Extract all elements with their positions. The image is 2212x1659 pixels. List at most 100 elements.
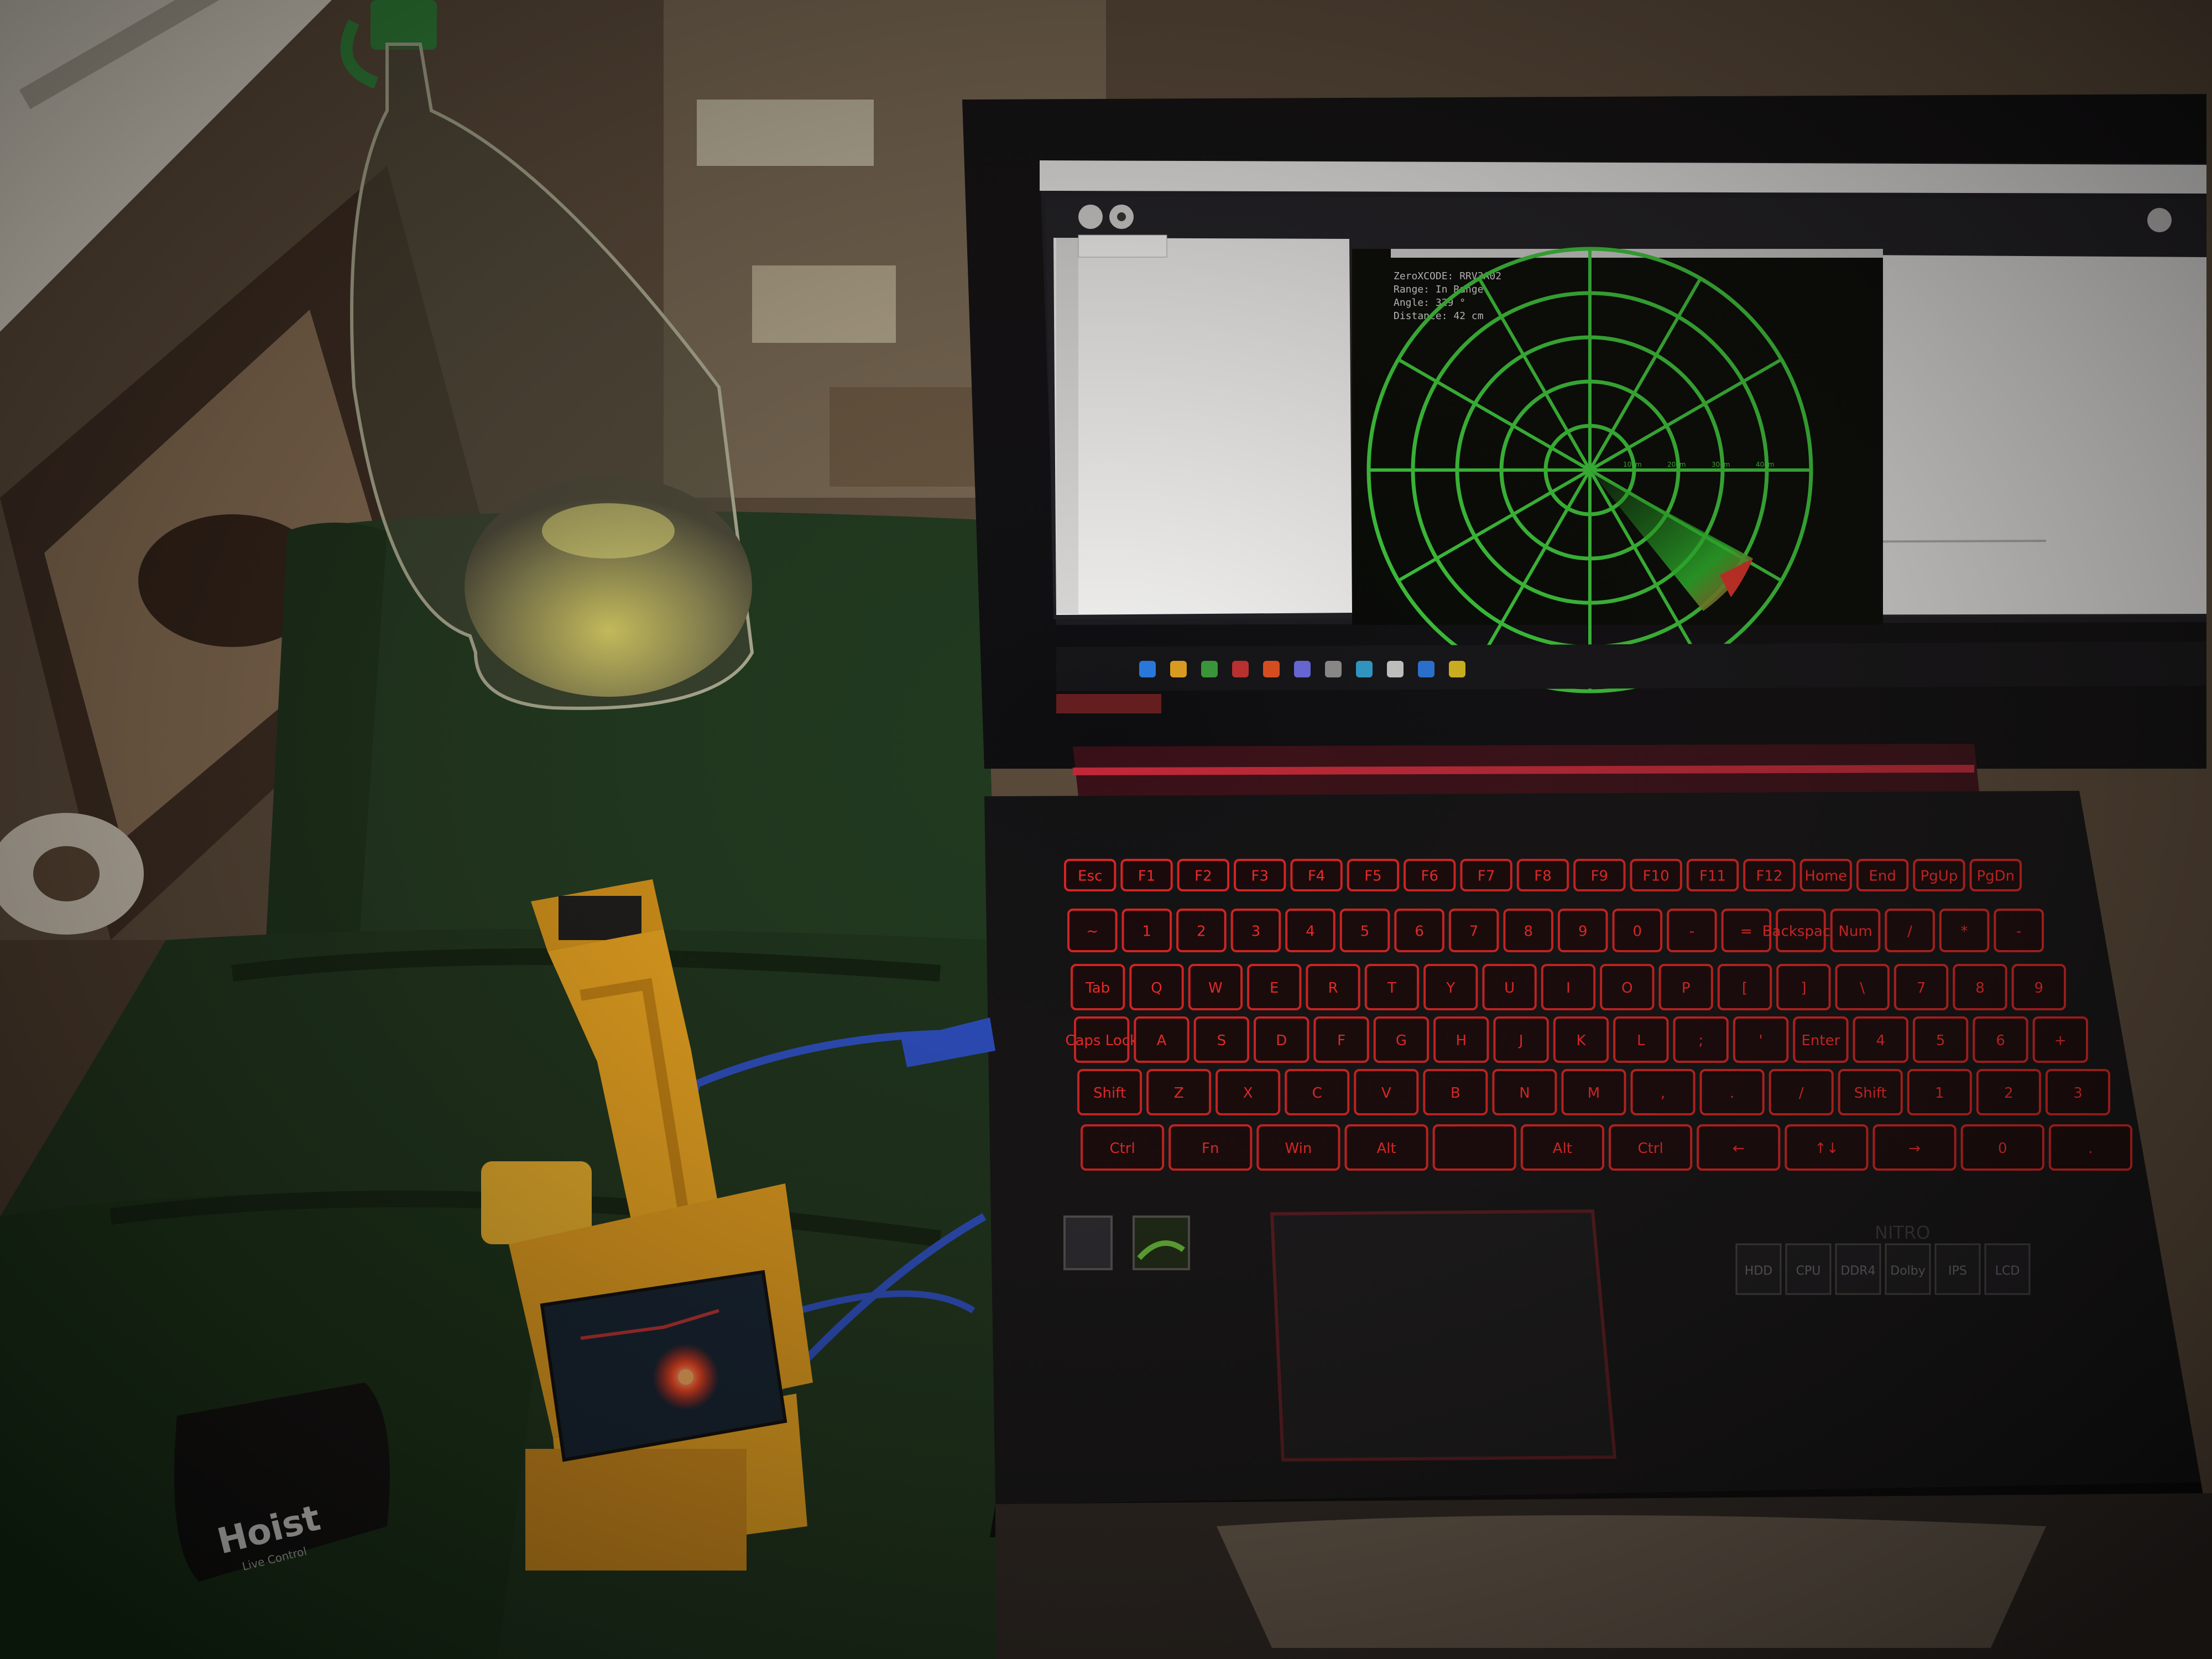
keyboard-key-label: + xyxy=(2054,1032,2067,1049)
taskbar-app-icon[interactable] xyxy=(1449,661,1465,677)
keyboard-key-label: 2 xyxy=(1197,924,1206,940)
keyboard-key-label: 2 xyxy=(2004,1085,2013,1102)
keyboard-key-label: Esc xyxy=(1078,868,1102,885)
taskbar-app-icon[interactable] xyxy=(1263,661,1280,677)
keyboard-key-label: 0 xyxy=(1998,1140,2007,1157)
taskbar-app-icon[interactable] xyxy=(1387,661,1404,677)
keyboard-key-label: * xyxy=(1961,924,1968,940)
keyboard-key-label: A xyxy=(1157,1032,1167,1049)
keyboard-key-label: F6 xyxy=(1421,868,1439,885)
keyboard-key-label: Shift xyxy=(1093,1085,1126,1102)
keyboard-key-label: R xyxy=(1328,980,1338,997)
keyboard-key-label: . xyxy=(2088,1140,2093,1157)
keyboard-key-label: ~ xyxy=(1086,924,1098,940)
keyboard-key-label: ' xyxy=(1759,1032,1762,1049)
range-tick-label: 10cm xyxy=(1623,461,1642,468)
keyboard-key-label: End xyxy=(1869,868,1896,885)
editor-tab[interactable] xyxy=(1078,234,1167,258)
keyboard-key-label: ] xyxy=(1801,980,1806,997)
keyboard-key-label: 6 xyxy=(1415,924,1424,940)
taskbar-app-icon[interactable] xyxy=(1139,661,1156,677)
taskbar-app-icon[interactable] xyxy=(1418,661,1434,677)
keyboard-key-label: J xyxy=(1518,1032,1524,1049)
taskbar xyxy=(1056,641,2206,691)
taskbar-app-icon[interactable] xyxy=(1294,661,1311,677)
keyboard-key-label: Num xyxy=(1838,924,1872,940)
keyboard-key-label: Caps Lock xyxy=(1065,1032,1138,1049)
keyboard-key-label: H xyxy=(1456,1032,1467,1049)
keyboard-key-label: X xyxy=(1243,1085,1253,1102)
range-tick-label: 20cm xyxy=(1667,461,1686,468)
keyboard-key-label: - xyxy=(1689,924,1694,940)
keyboard-key-label: Alt xyxy=(1553,1140,1572,1157)
keyboard-key-label: 7 xyxy=(1917,980,1926,997)
keyboard-key-label: Fn xyxy=(1202,1140,1219,1157)
keyboard-key-label: F9 xyxy=(1591,868,1609,885)
taskbar-app-icon[interactable] xyxy=(1170,661,1187,677)
run-button[interactable] xyxy=(1078,205,1103,229)
keyboard-key-label: \ xyxy=(1860,980,1865,997)
keyboard-key-label: 5 xyxy=(1360,924,1370,940)
feature-sticker-label: LCD xyxy=(1995,1264,2020,1278)
range-tick-label: 30cm xyxy=(1712,461,1730,468)
taskbar-app-icon[interactable] xyxy=(1201,661,1218,677)
feature-sticker-label: CPU xyxy=(1796,1264,1821,1278)
keyboard-key-label: N xyxy=(1519,1085,1530,1102)
keyboard-key-label: PgDn xyxy=(1976,868,2015,885)
keyboard-key-label: 3 xyxy=(1251,924,1261,940)
photo-scene: NITRO HDD CPU DDR4 Dolby IPS LCD Esc F1 F2 F3 F4 F… xyxy=(0,0,2212,1659)
keyboard-key-label: S xyxy=(1217,1032,1227,1049)
keyboard-key-label: F11 xyxy=(1699,868,1726,885)
keyboard-key-label: PgUp xyxy=(1921,868,1958,885)
keyboard-key-label: Shift xyxy=(1854,1085,1887,1102)
keyboard-key-label: Q xyxy=(1151,980,1162,997)
keyboard-key-label: → xyxy=(1908,1140,1921,1157)
keyboard-key-label: 1 xyxy=(1935,1085,1944,1102)
keyboard-key-label: F xyxy=(1337,1032,1345,1049)
keyboard-key-label: ← xyxy=(1733,1140,1745,1157)
touchpad[interactable] xyxy=(1270,1209,1617,1462)
taskbar-app-icon[interactable] xyxy=(1356,661,1373,677)
keyboard-key-label: 6 xyxy=(1996,1032,2005,1049)
keyboard-key-label: 1 xyxy=(1142,924,1152,940)
radar-readout-line: Angle: 329 ° xyxy=(1394,297,1465,309)
keyboard-key-label: , xyxy=(1661,1085,1665,1102)
keyboard-key-label: 4 xyxy=(1306,924,1315,940)
keyboard-key-label: C xyxy=(1312,1085,1322,1102)
code-editor[interactable] xyxy=(1053,238,1352,615)
keyboard-key-label: Y xyxy=(1446,980,1455,997)
keyboard-key-label: Backspace xyxy=(1762,924,1839,940)
keyboard-key-label: V xyxy=(1381,1085,1391,1102)
user-avatar[interactable] xyxy=(2147,208,2172,232)
taskbar-app-icon[interactable] xyxy=(1325,661,1342,677)
keyboard-key-label: I xyxy=(1566,980,1571,997)
radar-window[interactable]: ZeroXCODE: RRV3A02Range: In RangeAngle: … xyxy=(1352,247,1883,693)
keyboard-key-label: 4 xyxy=(1876,1032,1885,1049)
taskbar-app-icon[interactable] xyxy=(1232,661,1249,677)
keyboard-key[interactable] xyxy=(1432,1124,1516,1171)
feature-sticker-label: Dolby xyxy=(1890,1264,1926,1278)
keyboard-key-label: F10 xyxy=(1643,868,1670,885)
keyboard-key-label: K xyxy=(1576,1032,1586,1049)
keyboard-key-label: 9 xyxy=(1578,924,1588,940)
acer-logo-sticker xyxy=(1056,694,1161,713)
keyboard-key-label: M xyxy=(1588,1085,1600,1102)
keyboard-key-label: P xyxy=(1682,980,1691,997)
keyboard-key-label: 0 xyxy=(1633,924,1642,940)
keyboard-key-label: F2 xyxy=(1194,868,1212,885)
keyboard-key-label: F8 xyxy=(1534,868,1552,885)
radar-readout-line: Distance: 42 cm xyxy=(1394,310,1484,322)
keyboard-key-label: L xyxy=(1637,1032,1645,1049)
keyboard-key-label: F12 xyxy=(1756,868,1782,885)
keyboard-key-label: Win xyxy=(1285,1140,1312,1157)
keyboard-key-label: = xyxy=(1740,924,1752,940)
keyboard-key-label: W xyxy=(1208,980,1223,997)
feature-sticker-label: HDD xyxy=(1745,1264,1772,1278)
keyboard-key-label: T xyxy=(1387,980,1396,997)
keyboard-key-label: [ xyxy=(1742,980,1747,997)
keyboard-key-label: U xyxy=(1504,980,1515,997)
keyboard-key-label: D xyxy=(1276,1032,1287,1049)
keyboard-key-label: / xyxy=(1799,1085,1804,1102)
keyboard-key-label: F4 xyxy=(1308,868,1326,885)
keyboard-key-label: 5 xyxy=(1936,1032,1945,1049)
